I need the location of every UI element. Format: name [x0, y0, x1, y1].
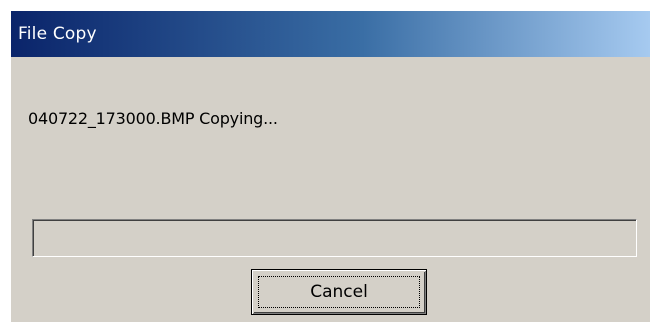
file-copy-dialog: File Copy 040722_173000.BMP Copying... C…: [10, 10, 650, 322]
progress-track: [33, 220, 636, 256]
cancel-button-label: Cancel: [258, 276, 420, 308]
window-title: File Copy: [18, 24, 97, 44]
title-bar[interactable]: File Copy: [11, 11, 650, 57]
copy-status-text: 040722_173000.BMP Copying...: [28, 109, 278, 128]
copy-progress-bar: [32, 219, 637, 257]
cancel-button[interactable]: Cancel: [251, 269, 427, 315]
